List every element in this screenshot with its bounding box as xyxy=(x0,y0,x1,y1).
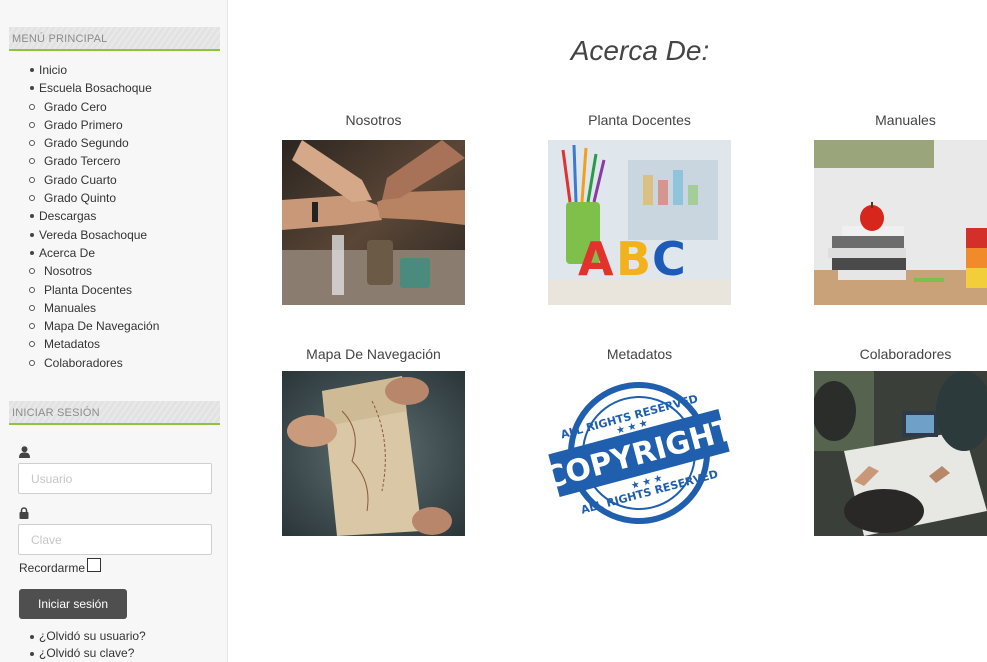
card-label[interactable]: Nosotros xyxy=(282,111,465,129)
menu-item-escuela-bosachoque[interactable]: Escuela Bosachoque xyxy=(29,79,159,97)
svg-text:C: C xyxy=(652,232,686,286)
forgot-links: ¿Olvidó su usuario? ¿Olvidó su clave? xyxy=(29,628,146,662)
forgot-password-link[interactable]: ¿Olvidó su clave? xyxy=(29,645,146,662)
menu-item-metadatos[interactable]: Metadatos xyxy=(27,335,159,353)
sidebar: MENÚ PRINCIPAL Inicio Escuela Bosachoque… xyxy=(0,0,228,662)
forgot-username-link[interactable]: ¿Olvidó su usuario? xyxy=(29,628,146,645)
books-apple-blocks-photo[interactable] xyxy=(814,140,987,305)
card-metadatos[interactable]: Metadatos xyxy=(548,345,731,363)
menu-item-mapa-de-navegacion[interactable]: Mapa De Navegación xyxy=(27,317,159,335)
menu-item-grado-quinto[interactable]: Grado Quinto xyxy=(27,189,159,207)
password-input[interactable] xyxy=(18,524,212,555)
card-colaboradores[interactable]: Colaboradores xyxy=(814,345,987,363)
main-menu-title: MENÚ PRINCIPAL xyxy=(9,27,220,51)
abc-classroom-photo[interactable]: A B C xyxy=(548,140,731,305)
copyright-stamp-image[interactable]: COPYRIGHT ALL RIGHTS RESERVED ALL RIGHTS… xyxy=(548,371,731,536)
page-title: Acerca De: xyxy=(570,35,710,66)
team-fist-bump-photo[interactable] xyxy=(282,140,465,305)
login-button[interactable]: Iniciar sesión xyxy=(19,589,127,619)
menu-item-grado-cero[interactable]: Grado Cero xyxy=(27,98,159,116)
card-planta-docentes[interactable]: Planta Docentes xyxy=(548,111,731,129)
svg-text:B: B xyxy=(616,232,651,286)
card-label[interactable]: Manuales xyxy=(814,111,987,129)
remember-me: Recordarme xyxy=(19,558,102,575)
card-nosotros[interactable]: Nosotros xyxy=(282,111,465,129)
menu-item-planta-docentes[interactable]: Planta Docentes xyxy=(27,281,159,299)
menu-item-grado-primero[interactable]: Grado Primero xyxy=(27,116,159,134)
menu-item-grado-segundo[interactable]: Grado Segundo xyxy=(27,134,159,152)
menu-item-colaboradores[interactable]: Colaboradores xyxy=(27,354,159,372)
login-title: INICIAR SESIÓN xyxy=(9,401,220,425)
menu-item-descargas[interactable]: Descargas xyxy=(29,207,159,225)
card-label[interactable]: Colaboradores xyxy=(814,345,987,363)
remember-me-label: Recordarme xyxy=(19,561,86,575)
card-mapa-de-navegacion[interactable]: Mapa De Navegación xyxy=(282,345,465,363)
menu-item-grado-cuarto[interactable]: Grado Cuarto xyxy=(27,171,159,189)
menu-item-inicio[interactable]: Inicio xyxy=(29,61,159,79)
username-input[interactable] xyxy=(18,463,212,494)
card-label[interactable]: Planta Docentes xyxy=(548,111,731,129)
old-map-photo[interactable] xyxy=(282,371,465,536)
menu-item-vereda-bosachoque[interactable]: Vereda Bosachoque xyxy=(29,226,159,244)
remember-me-checkbox[interactable] xyxy=(87,558,102,572)
menu-item-manuales[interactable]: Manuales xyxy=(27,299,159,317)
card-label[interactable]: Metadatos xyxy=(548,345,731,363)
menu-item-nosotros[interactable]: Nosotros xyxy=(27,262,159,280)
menu-item-grado-tercero[interactable]: Grado Tercero xyxy=(27,152,159,170)
team-meeting-photo[interactable] xyxy=(814,371,987,536)
main-menu: Inicio Escuela Bosachoque Grado Cero Gra… xyxy=(29,61,159,372)
card-label[interactable]: Mapa De Navegación xyxy=(282,345,465,363)
svg-text:A: A xyxy=(578,232,614,286)
menu-item-acerca-de[interactable]: Acerca De xyxy=(29,244,159,262)
user-icon xyxy=(19,445,30,463)
card-manuales[interactable]: Manuales xyxy=(814,111,987,129)
lock-icon xyxy=(19,506,29,524)
